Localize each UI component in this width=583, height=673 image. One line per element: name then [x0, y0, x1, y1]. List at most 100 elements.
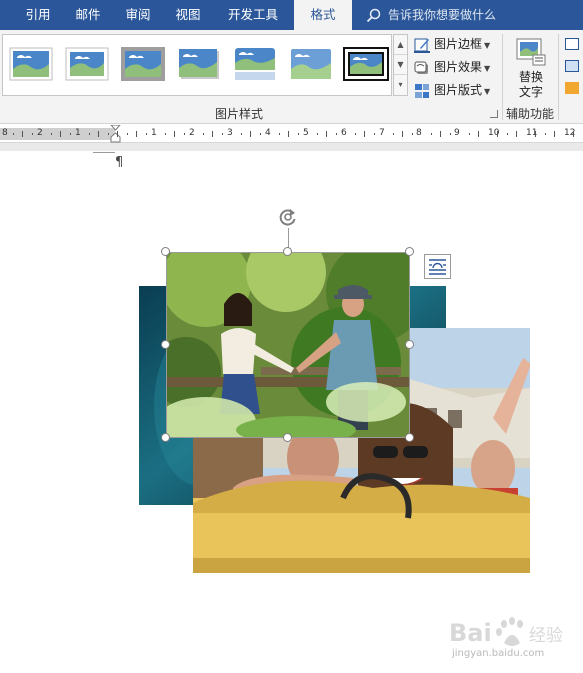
alt-text-button[interactable]: 替换 文字 [509, 34, 553, 102]
layout-options-button[interactable] [424, 254, 451, 279]
picture-style-beveled-matte-white[interactable] [65, 47, 109, 81]
wrap-text-icon[interactable] [565, 60, 579, 72]
tell-me-search[interactable]: 告诉我你想要做什么 [366, 0, 496, 30]
position-icon[interactable] [565, 38, 579, 50]
couple-picture[interactable] [166, 252, 410, 438]
resize-handle-top-right[interactable] [405, 247, 414, 256]
ruler-tick [240, 133, 242, 135]
ruler-tick [98, 131, 99, 137]
tab-mailings[interactable]: 邮件 [66, 0, 110, 30]
gallery-scroll: ▲ ▼ ▾ [393, 34, 408, 96]
ruler-tick [554, 131, 555, 137]
picture-layout-icon [415, 83, 429, 98]
picture-layout-button[interactable]: 图片版式 ▼ [414, 80, 490, 100]
ruler-tick [202, 133, 204, 135]
ruler-tick [117, 131, 118, 137]
ruler-tick [107, 133, 109, 135]
ruler-tick [69, 133, 71, 135]
search-icon [366, 8, 381, 23]
ruler-tick [326, 131, 327, 137]
picture-border-button[interactable]: 图片边框 ▼ [414, 34, 490, 54]
ruler-tick [449, 133, 451, 135]
ruler-tick [544, 133, 546, 135]
resize-handle-top[interactable] [283, 247, 292, 256]
resize-handle-bottom-right[interactable] [405, 433, 414, 442]
alt-text-label-line1: 替换 [518, 70, 543, 84]
picture-effects-icon [414, 61, 428, 74]
picture-style-metal-frame[interactable] [121, 47, 165, 81]
ruler-tick [174, 131, 175, 137]
ruler-tick [573, 131, 574, 137]
ruler-tick [364, 131, 365, 137]
ruler-tick [297, 133, 299, 135]
alt-text-label-line2: 文字 [518, 85, 543, 99]
gallery-up-icon[interactable]: ▲ [394, 35, 407, 55]
ruler-label: 1 [75, 128, 81, 138]
group-separator [558, 34, 559, 120]
picture-effects-button[interactable]: 图片效果 ▼ [414, 57, 490, 77]
watermark-url: jingyan.baidu.com [452, 648, 545, 659]
ruler-tick [354, 133, 356, 135]
picture-style-thick-black-frame[interactable] [343, 47, 389, 81]
svg-text:Bai: Bai [449, 619, 492, 647]
picture-style-simple-frame-white[interactable] [9, 47, 53, 81]
ruler-label: 1 [151, 128, 157, 138]
ruler-tick [516, 131, 517, 137]
ruler-label: 6 [341, 128, 347, 138]
ruler-tick [430, 133, 432, 135]
ruler-tick [392, 133, 394, 135]
picture-style-soft-edge[interactable] [289, 47, 333, 81]
rotation-stem [288, 228, 289, 248]
ribbon-tab-bar: 引用 邮件 审阅 视图 开发工具 格式 告诉我你想要做什么 [0, 0, 583, 30]
ruler-tick [250, 131, 251, 137]
dialog-launcher-icon[interactable] [490, 110, 498, 118]
ruler-label: 8 [2, 128, 8, 138]
ruler-tick [145, 133, 147, 135]
ruler-tick [440, 131, 441, 137]
tab-view[interactable]: 视图 [166, 0, 210, 30]
tell-me-placeholder: 告诉我你想要做什么 [388, 8, 497, 22]
ruler-tick [535, 131, 536, 137]
ruler-tick [335, 133, 337, 135]
tab-developer[interactable]: 开发工具 [218, 0, 288, 30]
resize-handle-right[interactable] [405, 340, 414, 349]
svg-text:经验: 经验 [529, 626, 563, 646]
tab-format[interactable]: 格式 [294, 0, 352, 30]
chevron-down-icon: ▼ [484, 64, 491, 73]
ruler-label: 5 [303, 128, 309, 138]
resize-handle-top-left[interactable] [161, 247, 170, 256]
indent-marker-icon[interactable] [110, 125, 121, 143]
gallery-down-icon[interactable]: ▼ [394, 55, 407, 75]
ruler-tick [50, 133, 52, 135]
paragraph-mark: ¶ [115, 155, 124, 170]
picture-style-drop-shadow-rectangle[interactable] [177, 47, 221, 81]
ruler-tick [402, 131, 403, 137]
ruler-tick [136, 131, 137, 137]
ruler-label: 4 [265, 128, 271, 138]
ruler-label: 2 [189, 128, 195, 138]
ruler-tick [278, 133, 280, 135]
ruler-tick [411, 133, 413, 135]
bring-forward-icon[interactable] [565, 82, 579, 94]
resize-handle-bottom[interactable] [283, 433, 292, 442]
ruler-tick [22, 131, 23, 137]
chevron-down-icon: ▼ [484, 41, 491, 50]
picture-style-reflected-rounded[interactable] [233, 47, 277, 81]
ruler-tick [60, 131, 61, 137]
document-top-edge [0, 143, 583, 151]
tab-references[interactable]: 引用 [16, 0, 60, 30]
horizontal-ruler[interactable]: 8 2 1 1 2 3 4 5 6 7 8 9 10 11 12 [0, 125, 583, 143]
picture-border-icon [414, 38, 430, 53]
gallery-more-icon[interactable]: ▾ [394, 75, 407, 95]
chevron-down-icon: ▼ [484, 87, 491, 96]
resize-handle-left[interactable] [161, 340, 170, 349]
rotate-handle-icon[interactable] [278, 207, 298, 227]
ruler-tick [12, 133, 14, 135]
resize-handle-bottom-left[interactable] [161, 433, 170, 442]
ruler-tick [212, 131, 213, 137]
layout-options-icon [429, 259, 446, 275]
margin-corner-mark [93, 152, 115, 153]
tab-review[interactable]: 审阅 [116, 0, 160, 30]
accessibility-group-label: 辅助功能 [506, 107, 555, 121]
ruler-tick [316, 133, 318, 135]
